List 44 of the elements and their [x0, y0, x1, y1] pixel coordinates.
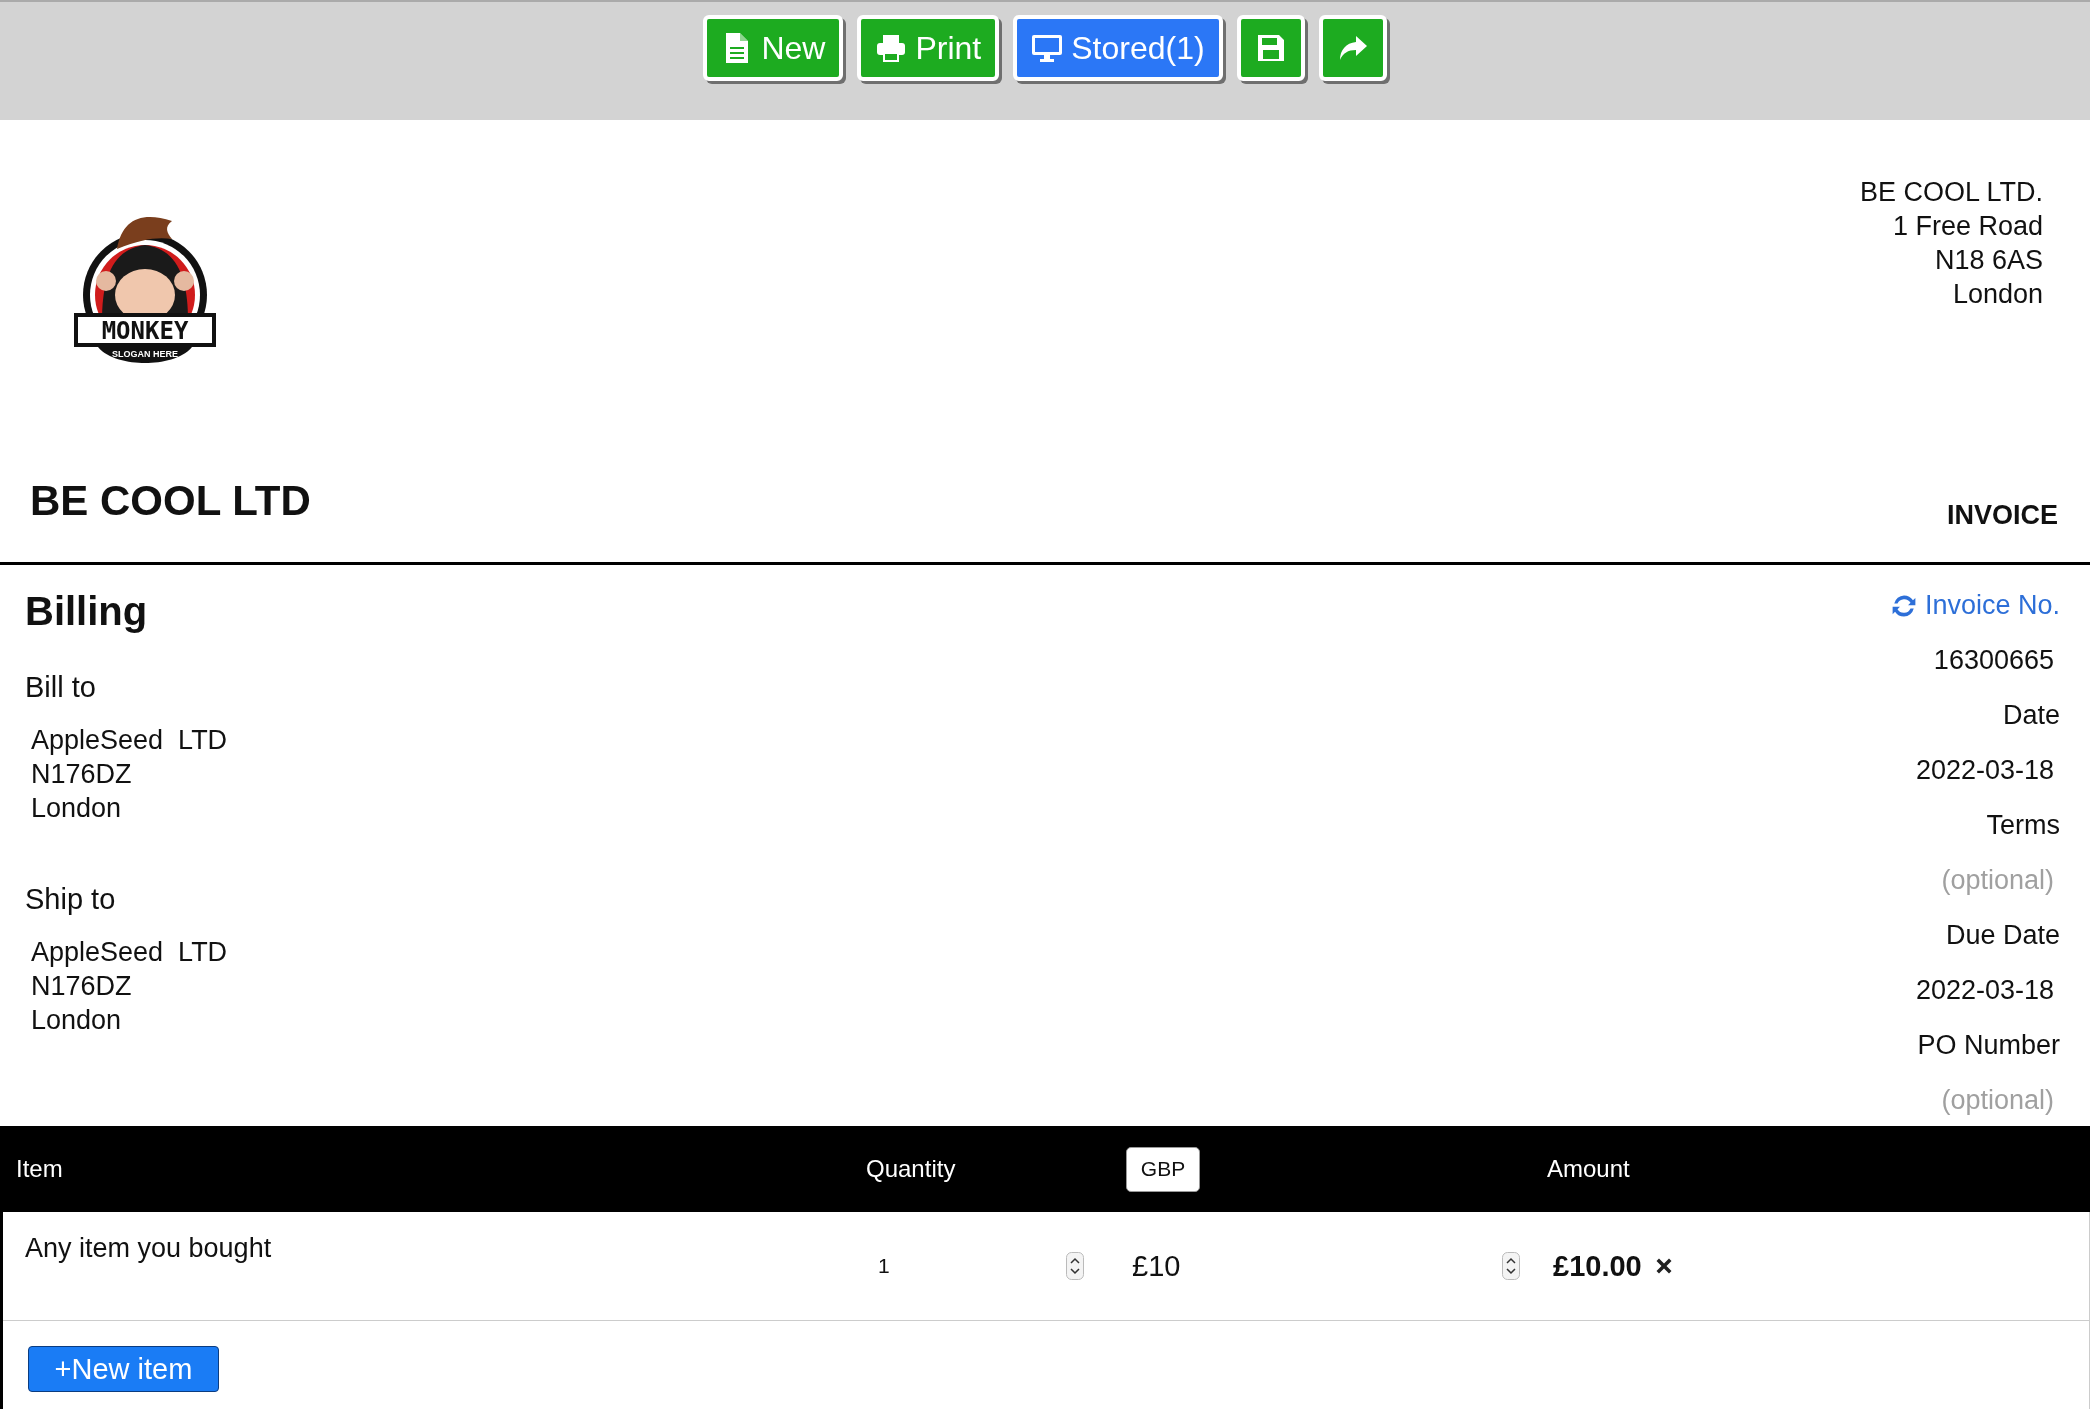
company-address-line: 1 Free Road [1891, 210, 2043, 243]
line-amount: £10.00 [1553, 1249, 1642, 1283]
address-line: N176DZ [31, 970, 132, 1003]
input-field[interactable]: (optional) [1794, 853, 2060, 908]
quantity-field[interactable]: 1 [872, 1254, 1066, 1278]
input-field[interactable]: 16300665 [1794, 633, 2060, 688]
input-field[interactable]: (optional) [1794, 1073, 2060, 1128]
refresh-icon [1890, 592, 1917, 619]
logo-title: MONKEY [101, 317, 189, 345]
field-label: Due Date [1945, 919, 2060, 952]
new-item-button[interactable]: +New item [28, 1346, 219, 1392]
company-address-line: BE COOL LTD. [1859, 176, 2043, 209]
logo-slogan: SLOGAN HERE [112, 349, 178, 359]
address-line: AppleSeed LTD [31, 936, 228, 969]
address-line: London [31, 1004, 122, 1037]
monitor-icon [1031, 32, 1064, 64]
document-title: INVOICE [1946, 500, 2058, 530]
column-header: Quantity [866, 1155, 956, 1183]
invoice-number-link[interactable]: Invoice No. [1890, 578, 2060, 633]
address-line: AppleSeed LTD [31, 724, 228, 757]
stepper-icon[interactable] [1066, 1252, 1084, 1280]
field-label: PO Number [1917, 1029, 2060, 1062]
floppy-disk-button[interactable] [1236, 15, 1305, 81]
field-label: Date [2002, 699, 2060, 732]
address-line: N176DZ [31, 758, 132, 791]
address-label: Ship to [25, 882, 117, 917]
address-line: London [31, 792, 122, 825]
stored-button[interactable]: Stored(1) [1013, 15, 1223, 81]
stepper-icon[interactable] [1502, 1252, 1520, 1280]
company-address-line: N18 6AS [1933, 244, 2043, 277]
address-label: Bill to [25, 670, 97, 705]
price-field[interactable]: £10 [1132, 1249, 1502, 1283]
company-name: BE COOL LTD [30, 476, 311, 526]
input-field[interactable]: 2022-03-18 [1794, 963, 2060, 1018]
column-header: Amount [1547, 1155, 1630, 1183]
printer-icon [875, 32, 908, 64]
column-header: Item [16, 1155, 63, 1183]
share-arrow-button[interactable] [1318, 15, 1387, 81]
billing-heading: Billing [25, 588, 149, 635]
field-label: Terms [1986, 809, 2060, 842]
item-description: Any item you bought [25, 1232, 272, 1264]
currency-select[interactable]: GBP [1126, 1146, 1200, 1192]
company-address-line: London [1951, 278, 2043, 311]
input-field[interactable]: 2022-03-18 [1794, 743, 2060, 798]
